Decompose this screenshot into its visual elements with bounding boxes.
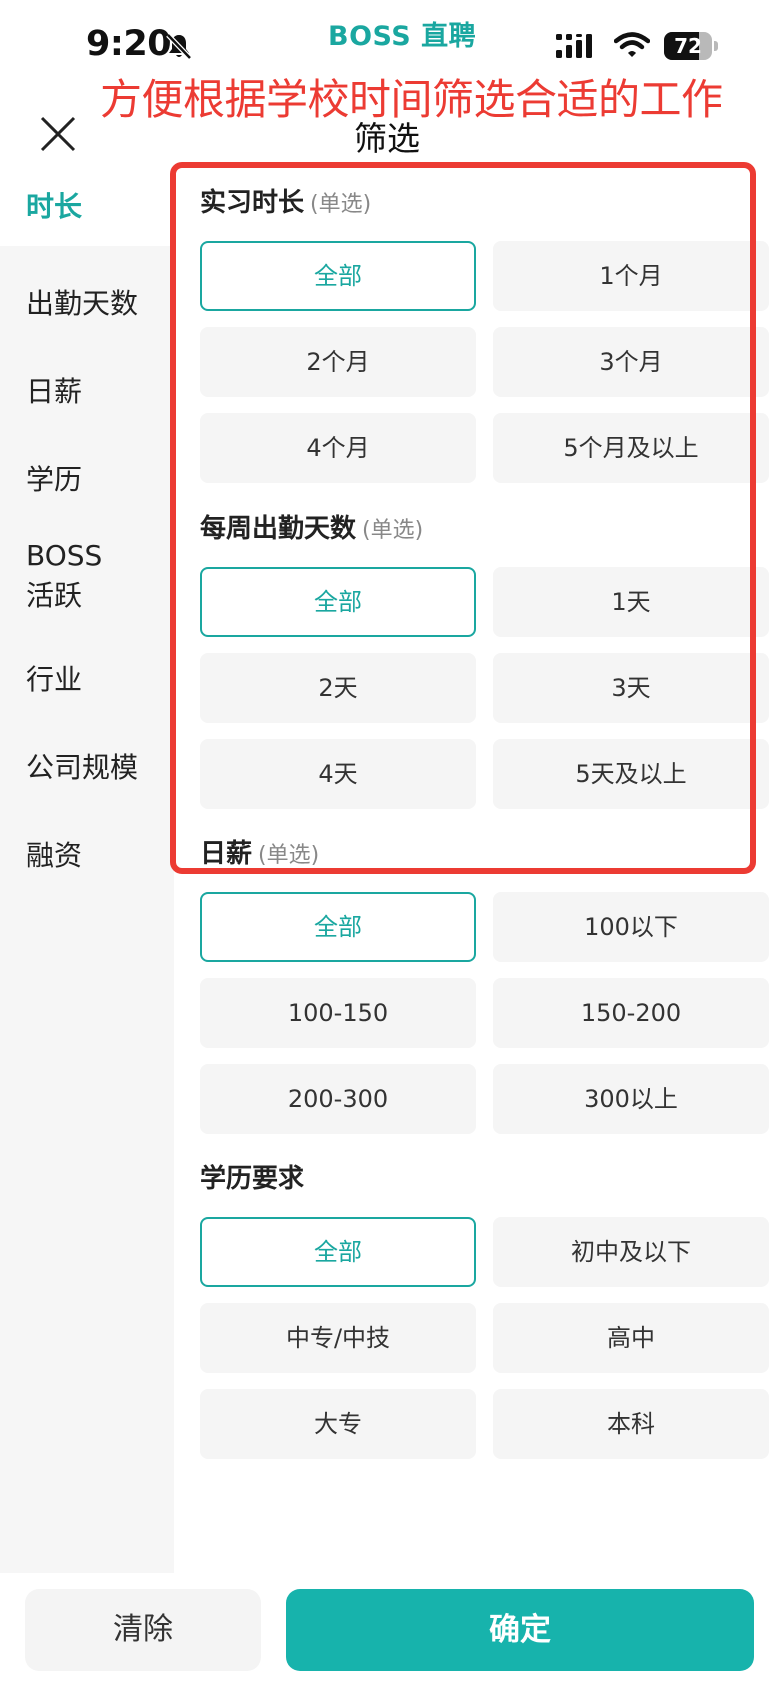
- option-chip[interactable]: 200-300: [200, 1064, 476, 1134]
- sidebar-item-label: 时长: [26, 190, 83, 223]
- option-chip[interactable]: 100以下: [493, 892, 769, 962]
- page-title: 筛选: [354, 119, 420, 158]
- sidebar-item-label: 学历: [26, 462, 83, 496]
- section-header: 学历要求: [200, 1158, 310, 1198]
- sidebar-item-label: 出勤天数: [26, 286, 139, 320]
- brand-label: BOSS 直聘: [328, 21, 477, 52]
- section-title: 实习时长: [200, 188, 305, 218]
- filter-options-panel[interactable]: 实习时长 (单选) 全部 1个月 2个月 3个月 4个月 5个月及以上 每周出勤天数 (单选) 全部…: [174, 168, 774, 1573]
- option-chip[interactable]: 高中: [493, 1303, 769, 1373]
- clear-button[interactable]: 清除: [25, 1589, 261, 1671]
- option-chip[interactable]: 初中及以下: [493, 1217, 769, 1287]
- option-chip[interactable]: 4个月: [200, 413, 476, 483]
- battery-level: 72: [674, 34, 702, 58]
- option-chip[interactable]: 2天: [200, 653, 476, 723]
- option-chip[interactable]: 全部: [200, 1217, 476, 1287]
- option-chip[interactable]: 本科: [493, 1389, 769, 1459]
- option-chip[interactable]: 全部: [200, 241, 476, 311]
- clock: 9:20: [86, 24, 172, 64]
- section-header: 实习时长 (单选): [200, 182, 371, 222]
- option-chip[interactable]: 全部: [200, 567, 476, 637]
- sidebar-item-5[interactable]: 行业: [0, 632, 174, 727]
- option-chip[interactable]: 2个月: [200, 327, 476, 397]
- filter-category-sidebar: 时长出勤天数日薪学历 BOSS 活跃行业公司规模融资: [0, 168, 174, 1573]
- bell-muted-icon: [166, 33, 192, 60]
- option-chip[interactable]: 5天及以上: [493, 739, 769, 809]
- section-header: 每周出勤天数 (单选): [200, 508, 423, 548]
- section-header: 日薪 (单选): [200, 833, 319, 873]
- section-title: 学历要求: [200, 1164, 305, 1194]
- option-chip[interactable]: 3天: [493, 653, 769, 723]
- sidebar-item-label: 行业: [26, 662, 83, 696]
- sidebar-item-6[interactable]: 公司规模: [0, 720, 174, 815]
- option-chip[interactable]: 300以上: [493, 1064, 769, 1134]
- sidebar-item-label: 融资: [26, 838, 83, 872]
- footer-bar: 清除 确定: [0, 1573, 774, 1694]
- section-note: (单选): [310, 192, 372, 217]
- sidebar-item-0[interactable]: 时长: [0, 168, 174, 246]
- sidebar-item-label: 公司规模: [26, 750, 139, 784]
- confirm-button[interactable]: 确定: [286, 1589, 754, 1671]
- section-note: (单选): [362, 518, 424, 543]
- status-bar: 9:20 BOSS 直聘 72: [0, 0, 774, 70]
- option-chip[interactable]: 中专/中技: [200, 1303, 476, 1373]
- battery-indicator: 72: [664, 32, 718, 60]
- option-chip[interactable]: 3个月: [493, 327, 769, 397]
- sidebar-item-4[interactable]: BOSS 活跃: [0, 520, 174, 632]
- option-chip[interactable]: 100-150: [200, 978, 476, 1048]
- sidebar-item-label: BOSS 活跃: [26, 539, 103, 612]
- option-chip[interactable]: 全部: [200, 892, 476, 962]
- section-title: 每周出勤天数: [200, 514, 357, 544]
- sidebar-item-7[interactable]: 融资: [0, 808, 174, 903]
- option-chip[interactable]: 1个月: [493, 241, 769, 311]
- option-chip[interactable]: 150-200: [493, 978, 769, 1048]
- option-chip[interactable]: 1天: [493, 567, 769, 637]
- sidebar-item-label: 日薪: [26, 374, 83, 408]
- sidebar-item-1[interactable]: 出勤天数: [0, 256, 174, 351]
- sidebar-item-2[interactable]: 日薪: [0, 344, 174, 439]
- cellular-signal-icon: [556, 34, 592, 58]
- option-chip[interactable]: 大专: [200, 1389, 476, 1459]
- wifi-icon: [614, 32, 650, 57]
- sidebar-item-3[interactable]: 学历: [0, 432, 174, 527]
- section-title: 日薪: [200, 839, 253, 869]
- section-note: (单选): [258, 843, 320, 868]
- option-chip[interactable]: 4天: [200, 739, 476, 809]
- option-chip[interactable]: 5个月及以上: [493, 413, 769, 483]
